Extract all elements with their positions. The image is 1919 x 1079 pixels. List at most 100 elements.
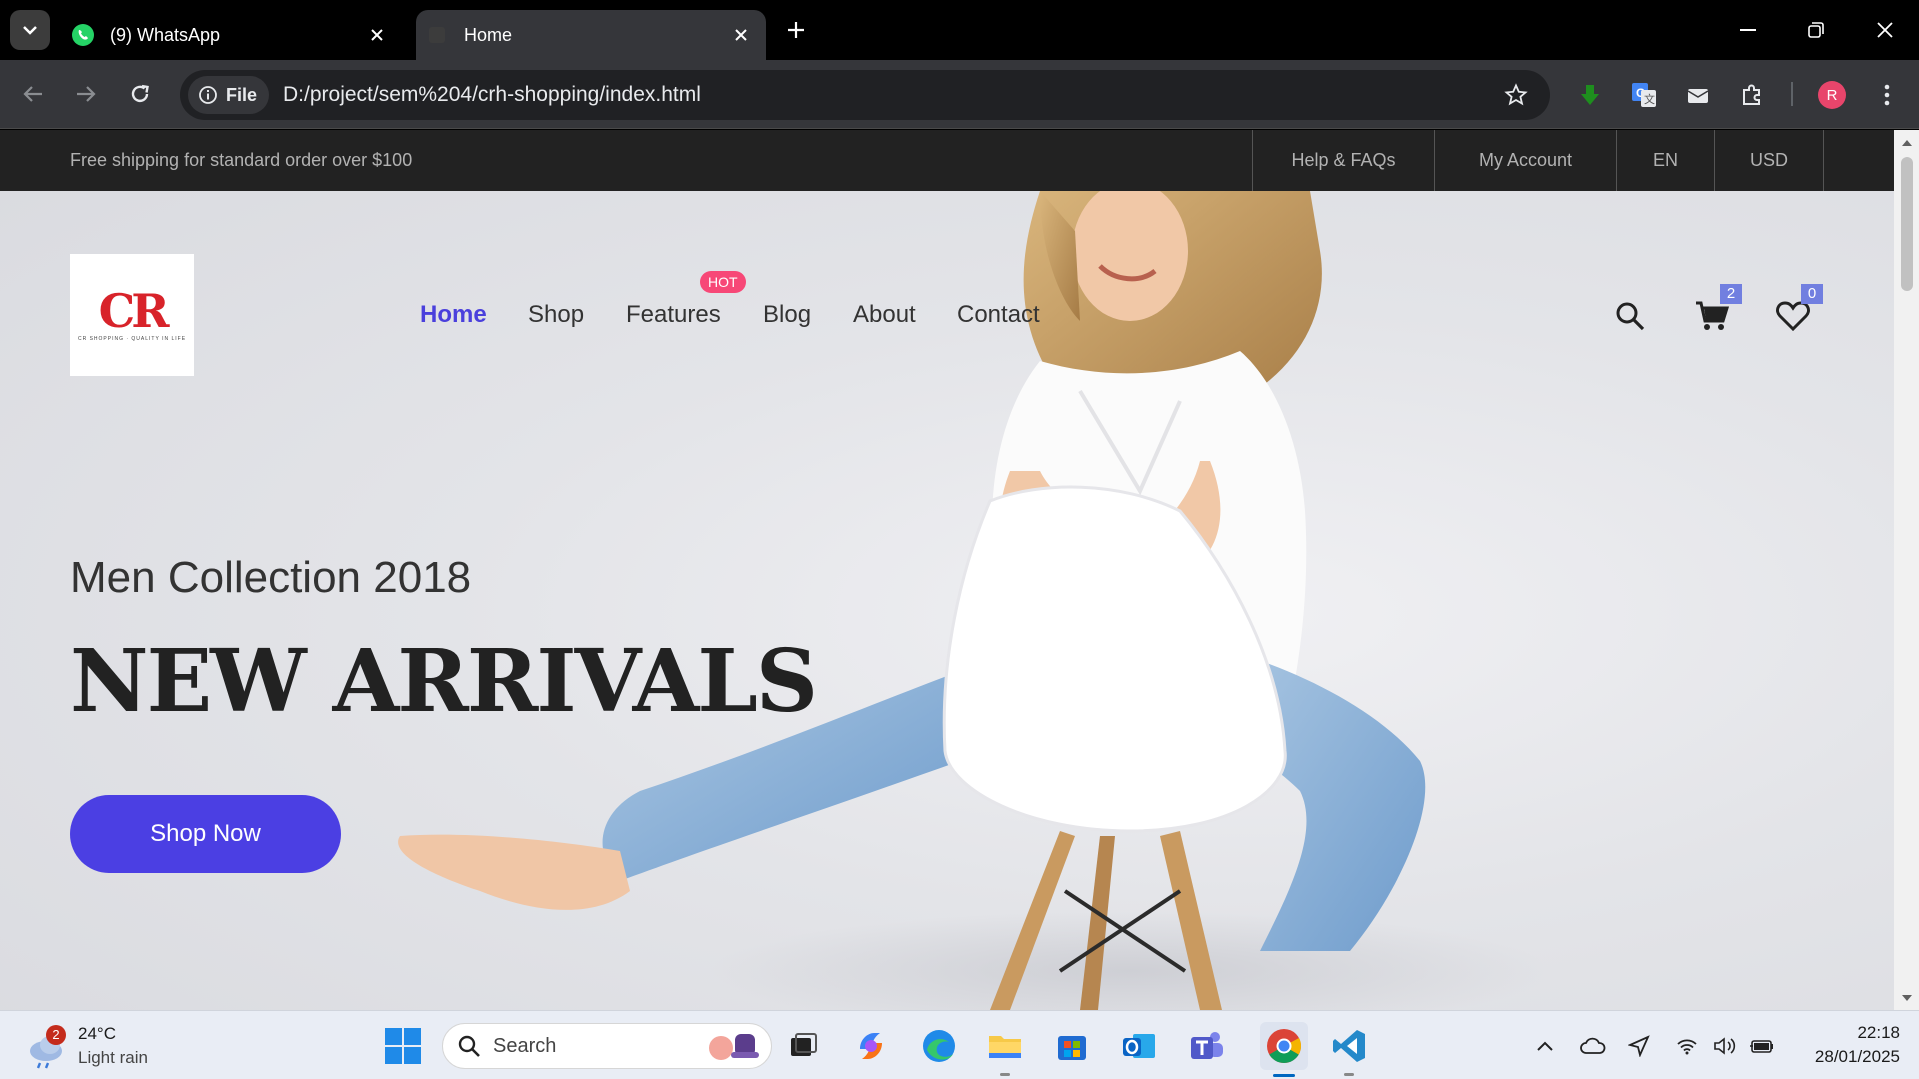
mail-extension-button[interactable] bbox=[1679, 76, 1717, 114]
minimize-button[interactable] bbox=[1725, 12, 1771, 48]
vscode-button[interactable] bbox=[1328, 1025, 1370, 1076]
outlook-icon bbox=[1123, 1034, 1155, 1058]
taskbar-search[interactable]: Search bbox=[442, 1023, 772, 1069]
page-scrollbar[interactable] bbox=[1894, 130, 1919, 1010]
nav-about[interactable]: About bbox=[853, 301, 916, 329]
translate-extension-button[interactable]: G文 bbox=[1625, 76, 1663, 114]
web-page: Free shipping for standard order over $1… bbox=[0, 130, 1894, 1010]
nav-blog[interactable]: Blog bbox=[763, 301, 811, 329]
url-text[interactable]: D:/project/sem%204/crh-shopping/index.ht… bbox=[283, 83, 1496, 107]
weather-widget[interactable]: 2 24°C Light rain bbox=[24, 1021, 148, 1071]
clock-date: 28/01/2025 bbox=[1814, 1047, 1900, 1066]
file-explorer-button[interactable] bbox=[984, 1025, 1026, 1076]
reload-icon bbox=[131, 84, 149, 103]
info-icon bbox=[199, 86, 217, 104]
star-icon bbox=[1504, 83, 1528, 106]
nav-contact[interactable]: Contact bbox=[957, 301, 1040, 329]
my-account-link[interactable]: My Account bbox=[1434, 130, 1616, 191]
chevron-down-icon bbox=[23, 26, 37, 35]
running-indicator bbox=[1344, 1073, 1354, 1076]
toolbar-divider bbox=[1791, 82, 1793, 106]
cart-icon bbox=[1696, 301, 1729, 330]
minimize-icon bbox=[1740, 29, 1756, 31]
windows-taskbar: 2 24°C Light rain Search 22:18 28/01/202… bbox=[0, 1010, 1919, 1079]
outlook-button[interactable] bbox=[1118, 1025, 1160, 1067]
tab-home[interactable]: Home bbox=[416, 10, 766, 60]
teams-button[interactable] bbox=[1186, 1025, 1228, 1067]
chrome-icon bbox=[1267, 1029, 1301, 1063]
vscode-icon bbox=[1333, 1030, 1365, 1062]
nav-features[interactable]: Features bbox=[626, 301, 721, 329]
search-placeholder: Search bbox=[493, 1034, 557, 1057]
copilot-icon bbox=[860, 1033, 882, 1059]
tab-search-button[interactable] bbox=[10, 10, 50, 50]
bookmark-star-button[interactable] bbox=[1496, 75, 1536, 115]
tray-overflow-button[interactable] bbox=[1530, 1031, 1560, 1061]
hero-headline: NEW ARRIVALS bbox=[70, 631, 818, 732]
restore-button[interactable] bbox=[1793, 12, 1839, 48]
language-select[interactable]: EN bbox=[1616, 130, 1714, 191]
weather-alert-badge: 2 bbox=[46, 1025, 66, 1045]
close-icon[interactable] bbox=[362, 20, 392, 50]
address-bar[interactable]: File D:/project/sem%204/crh-shopping/ind… bbox=[180, 70, 1550, 120]
logo-letters: CR bbox=[98, 284, 170, 338]
rain-cloud-icon: 2 bbox=[24, 1023, 70, 1069]
profile-button[interactable]: R bbox=[1813, 76, 1851, 114]
site-chip-label: File bbox=[226, 84, 258, 105]
clock-time: 22:18 bbox=[1857, 1023, 1900, 1042]
forward-button[interactable] bbox=[68, 76, 104, 112]
browser-toolbar: File D:/project/sem%204/crh-shopping/ind… bbox=[0, 60, 1919, 129]
currency-select[interactable]: USD bbox=[1714, 130, 1824, 191]
shipping-notice: Free shipping for standard order over $1… bbox=[70, 150, 413, 170]
onedrive-button[interactable] bbox=[1578, 1031, 1608, 1061]
edge-button[interactable] bbox=[918, 1025, 960, 1067]
system-clock[interactable]: 22:18 28/01/2025 bbox=[1790, 1021, 1900, 1069]
extensions-button[interactable] bbox=[1733, 76, 1771, 114]
scroll-thumb[interactable] bbox=[1901, 157, 1913, 291]
site-info-chip[interactable]: File bbox=[188, 76, 270, 114]
browser-menu-button[interactable] bbox=[1868, 76, 1906, 114]
scroll-up-arrow-icon[interactable] bbox=[1901, 137, 1913, 149]
restore-icon bbox=[1808, 22, 1824, 38]
site-search-button[interactable] bbox=[1608, 294, 1652, 338]
arrow-right-icon bbox=[77, 86, 96, 102]
hero-section: CR CR SHOPPING · QUALITY IN LIFE Home Sh… bbox=[0, 191, 1894, 1010]
whatsapp-icon bbox=[70, 22, 96, 48]
battery-icon bbox=[1750, 1040, 1773, 1053]
tab-title: (9) WhatsApp bbox=[110, 24, 221, 45]
search-highlight-icon bbox=[709, 1034, 759, 1060]
location-button[interactable] bbox=[1624, 1031, 1654, 1061]
close-icon bbox=[1877, 22, 1893, 38]
store-button[interactable] bbox=[1051, 1025, 1093, 1067]
page-icon bbox=[424, 22, 450, 48]
plus-icon bbox=[788, 22, 804, 38]
site-topbar: Free shipping for standard order over $1… bbox=[0, 130, 1894, 191]
speaker-icon bbox=[1714, 1037, 1736, 1055]
nav-shop[interactable]: Shop bbox=[528, 301, 584, 329]
shop-now-button[interactable]: Shop Now bbox=[70, 795, 341, 873]
scroll-down-arrow-icon[interactable] bbox=[1901, 992, 1913, 1004]
mail-icon bbox=[1687, 89, 1709, 103]
back-button[interactable] bbox=[15, 76, 51, 112]
logo-tagline: CR SHOPPING · QUALITY IN LIFE bbox=[77, 336, 187, 342]
volume-button[interactable] bbox=[1710, 1031, 1740, 1061]
tab-whatsapp[interactable]: (9) WhatsApp bbox=[62, 10, 402, 60]
close-icon[interactable] bbox=[726, 20, 756, 50]
help-faqs-link[interactable]: Help & FAQs bbox=[1252, 130, 1434, 191]
task-view-button[interactable] bbox=[782, 1025, 824, 1067]
folder-icon bbox=[989, 1036, 1021, 1058]
start-button[interactable] bbox=[384, 1027, 422, 1065]
hero-subtitle: Men Collection 2018 bbox=[70, 553, 472, 602]
nav-home[interactable]: Home bbox=[420, 301, 487, 329]
battery-button[interactable] bbox=[1747, 1031, 1777, 1061]
chrome-button[interactable] bbox=[1260, 1022, 1308, 1077]
wifi-button[interactable] bbox=[1672, 1031, 1702, 1061]
location-arrow-icon bbox=[1628, 1035, 1650, 1057]
wifi-icon bbox=[1677, 1039, 1697, 1055]
close-window-button[interactable] bbox=[1862, 12, 1908, 48]
copilot-button[interactable] bbox=[850, 1025, 892, 1067]
new-tab-button[interactable] bbox=[780, 14, 812, 46]
download-extension-button[interactable] bbox=[1571, 76, 1609, 114]
reload-button[interactable] bbox=[122, 76, 158, 112]
site-logo[interactable]: CR CR SHOPPING · QUALITY IN LIFE bbox=[70, 254, 194, 376]
